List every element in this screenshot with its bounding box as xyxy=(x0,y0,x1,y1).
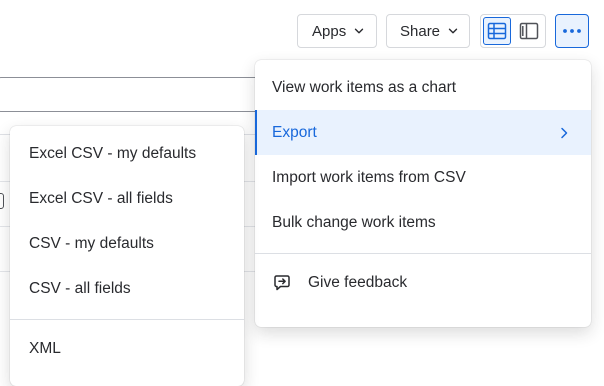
apps-button-label: Apps xyxy=(312,22,347,40)
more-actions-menu: View work items as a chart Export Import… xyxy=(255,60,591,327)
export-csv-all-fields[interactable]: CSV - all fields xyxy=(10,266,244,311)
menu-item-give-feedback[interactable]: Give feedback xyxy=(255,260,591,305)
share-button[interactable]: Share xyxy=(386,14,470,48)
chevron-down-icon xyxy=(355,28,364,34)
menu-item-label: CSV - all fields xyxy=(29,279,131,297)
export-excel-csv-my-defaults[interactable]: Excel CSV - my defaults xyxy=(10,131,244,176)
menu-divider xyxy=(10,319,244,320)
view-switcher xyxy=(480,14,546,48)
more-actions-button[interactable] xyxy=(555,14,589,48)
feedback-icon xyxy=(274,274,290,290)
list-view-icon xyxy=(487,22,507,40)
apps-button[interactable]: Apps xyxy=(297,14,377,48)
menu-item-label: Excel CSV - all fields xyxy=(29,189,173,207)
menu-item-label: Give feedback xyxy=(308,273,408,291)
chevron-right-icon xyxy=(561,127,568,138)
background-search-field[interactable] xyxy=(0,77,260,112)
list-view-button[interactable] xyxy=(483,17,511,45)
menu-item-label: View work items as a chart xyxy=(272,78,457,96)
export-xml[interactable]: XML xyxy=(10,326,244,371)
menu-item-import-csv[interactable]: Import work items from CSV xyxy=(255,155,591,200)
share-button-label: Share xyxy=(400,22,441,40)
detail-view-button[interactable] xyxy=(515,17,543,45)
menu-item-label: XML xyxy=(29,339,61,357)
menu-item-label: CSV - my defaults xyxy=(29,234,154,252)
menu-divider xyxy=(255,253,591,254)
menu-item-label: Bulk change work items xyxy=(272,213,436,231)
more-horizontal-icon xyxy=(563,29,581,33)
row-checkbox[interactable] xyxy=(0,193,4,209)
chevron-down-icon xyxy=(448,28,458,34)
menu-item-label: Import work items from CSV xyxy=(272,168,466,186)
menu-item-view-as-chart[interactable]: View work items as a chart xyxy=(255,65,591,110)
export-excel-csv-all-fields[interactable]: Excel CSV - all fields xyxy=(10,176,244,221)
export-submenu: Excel CSV - my defaults Excel CSV - all … xyxy=(10,126,244,386)
menu-item-label: Export xyxy=(272,123,317,141)
detail-view-icon xyxy=(519,22,539,40)
menu-item-bulk-change[interactable]: Bulk change work items xyxy=(255,200,591,245)
menu-item-label: Excel CSV - my defaults xyxy=(29,144,197,162)
export-csv-my-defaults[interactable]: CSV - my defaults xyxy=(10,221,244,266)
menu-item-export[interactable]: Export xyxy=(255,110,591,155)
